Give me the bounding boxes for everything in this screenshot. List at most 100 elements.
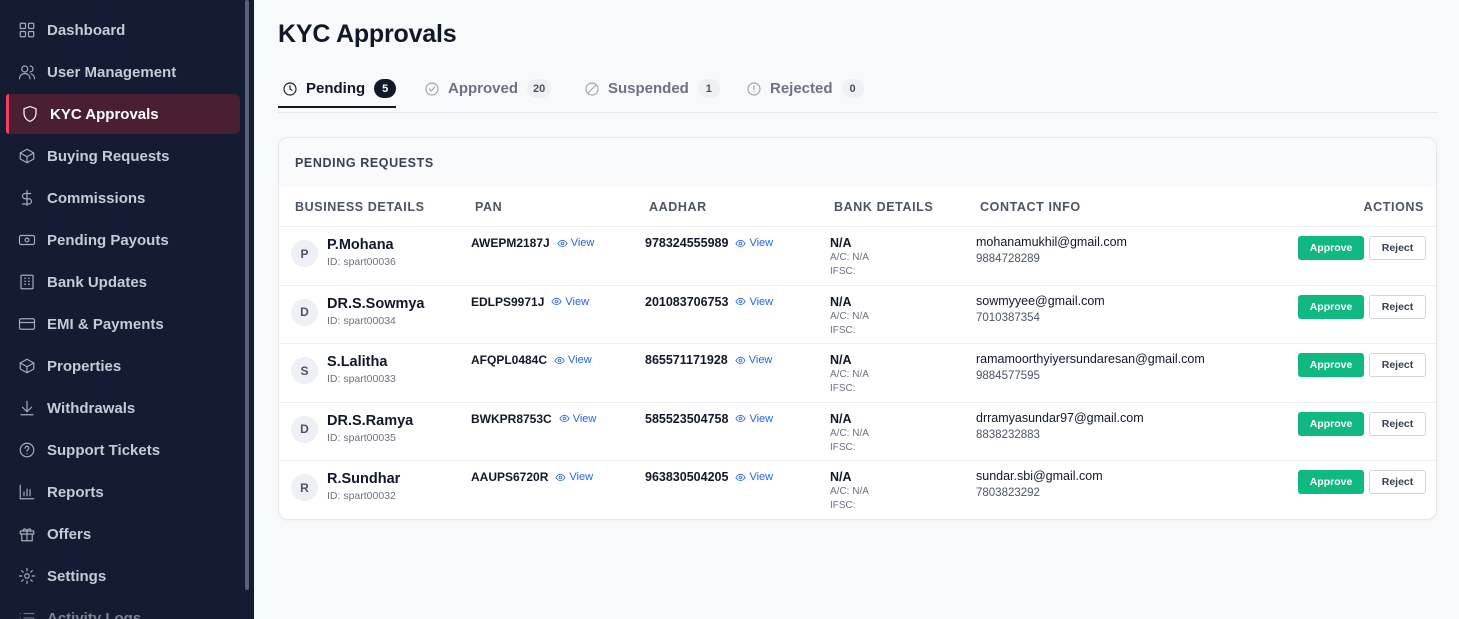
account-number: A/C: N/A	[830, 369, 869, 381]
list-icon	[18, 609, 36, 619]
view-aadhar-link[interactable]: View	[735, 237, 773, 249]
pan-cell: AFQPL0484C View	[471, 353, 592, 367]
sidebar-item-buying-requests[interactable]: Buying Requests	[6, 136, 240, 176]
tab-label: Rejected	[770, 80, 833, 97]
gift-icon	[18, 525, 36, 543]
active-tab-indicator	[278, 106, 396, 108]
tab-pending[interactable]: Pending 5	[282, 68, 397, 109]
pan-number: EDLPS9971J	[471, 294, 545, 309]
email: drramyasundar97@gmail.com	[976, 410, 1144, 425]
credit-card-icon	[18, 315, 36, 333]
sidebar-item-kyc-approvals[interactable]: KYC Approvals	[6, 94, 240, 134]
view-aadhar-link[interactable]: View	[735, 354, 773, 367]
help-circle-icon	[18, 441, 36, 459]
sidebar-item-label: Bank Updates	[47, 273, 148, 291]
approve-button[interactable]: Approve	[1298, 353, 1364, 378]
box-icon	[18, 147, 36, 165]
bank-details: N/A A/C: N/A IFSC:	[830, 470, 869, 512]
tab-approved[interactable]: Approved 20	[424, 68, 552, 109]
reject-button[interactable]: Reject	[1369, 236, 1426, 260]
email: sundar.sbi@gmail.com	[976, 469, 1103, 484]
sidebar-item-label: Activity Logs	[47, 609, 142, 619]
account-number: A/C: N/A	[830, 310, 869, 322]
sidebar-item-pending-payouts[interactable]: Pending Payouts	[6, 220, 240, 260]
approve-button[interactable]: Approve	[1298, 411, 1364, 436]
view-pan-link[interactable]: View	[555, 471, 593, 483]
view-pan-link[interactable]: View	[557, 237, 594, 249]
contact-info: sowmyyee@gmail.com 7010387354	[976, 294, 1105, 324]
contact-info: sundar.sbi@gmail.com 7803823292	[976, 469, 1103, 499]
sidebar-item-reports[interactable]: Reports	[6, 472, 240, 512]
sidebar-item-label: Buying Requests	[47, 147, 170, 165]
bank-details: N/A A/C: N/A IFSC:	[830, 295, 869, 337]
aadhar-cell: 978324555989 View	[645, 236, 773, 250]
grid-icon	[18, 21, 36, 39]
clock-icon	[282, 81, 298, 97]
sidebar-item-user-management[interactable]: User Management	[6, 52, 240, 92]
approve-button[interactable]: Approve	[1298, 236, 1364, 260]
contact-info: ramamoorthyiyersundaresan@gmail.com 9884…	[976, 352, 1205, 382]
sidebar-item-offers[interactable]: Offers	[6, 514, 240, 554]
table-header: BUSINESS DETAILS PAN AADHAR BANK DETAILS…	[279, 187, 1436, 227]
bank-name: N/A	[830, 411, 852, 426]
business-id: ID: spart00036	[327, 256, 396, 268]
aadhar-number: 865571171928	[645, 353, 728, 368]
avatar: D	[291, 415, 318, 443]
view-label: View	[749, 412, 774, 425]
ban-icon	[584, 81, 600, 97]
business-name: DR.S.Sowmya	[327, 295, 425, 312]
sidebar-item-properties[interactable]: Properties	[6, 346, 240, 386]
view-aadhar-link[interactable]: View	[735, 296, 773, 308]
main-content: KYC Approvals Pending 5 Approved 20 Susp…	[254, 0, 1459, 619]
sidebar-item-label: Support Tickets	[47, 441, 161, 459]
view-pan-link[interactable]: View	[551, 296, 589, 308]
eye-icon	[735, 356, 746, 364]
avatar: D	[291, 298, 318, 326]
column-header: BUSINESS DETAILS	[295, 200, 425, 214]
view-aadhar-link[interactable]: View	[735, 413, 773, 425]
sidebar-item-activity-logs[interactable]: Activity Logs	[6, 598, 240, 619]
approve-button[interactable]: Approve	[1298, 470, 1364, 495]
sidebar-scrollbar[interactable]	[245, 0, 249, 590]
sidebar-item-settings[interactable]: Settings	[6, 556, 240, 596]
view-label: View	[748, 354, 773, 367]
tab-count-badge: 20	[527, 79, 552, 98]
dollar-icon	[18, 189, 36, 207]
aadhar-cell: 865571171928 View	[645, 353, 772, 367]
tab-rejected[interactable]: Rejected 0	[746, 68, 864, 109]
ifsc-code: IFSC:	[830, 383, 856, 395]
sidebar-item-label: KYC Approvals	[50, 105, 159, 123]
reject-button[interactable]: Reject	[1369, 411, 1426, 436]
account-number: A/C: N/A	[830, 252, 869, 263]
avatar: S	[291, 357, 318, 385]
sidebar-item-support-tickets[interactable]: Support Tickets	[6, 430, 240, 470]
sidebar-item-dashboard[interactable]: Dashboard	[6, 10, 240, 50]
tab-suspended[interactable]: Suspended 1	[584, 68, 720, 109]
view-pan-link[interactable]: View	[559, 413, 596, 425]
approve-button[interactable]: Approve	[1298, 294, 1364, 319]
column-header: BANK DETAILS	[834, 200, 934, 214]
business-name: S.Lalitha	[327, 354, 388, 371]
aadhar-number: 978324555989	[645, 236, 729, 250]
sidebar-item-emi-payments[interactable]: EMI & Payments	[6, 304, 240, 344]
column-header: ACTIONS	[1363, 200, 1424, 214]
sidebar-item-label: EMI & Payments	[47, 315, 164, 333]
reject-button[interactable]: Reject	[1369, 353, 1426, 378]
column-header: CONTACT INFO	[980, 200, 1081, 214]
tab-count-badge: 0	[841, 79, 864, 98]
sidebar-item-bank-updates[interactable]: Bank Updates	[6, 262, 240, 302]
view-label: View	[749, 237, 774, 249]
eye-icon	[555, 473, 566, 481]
view-pan-link[interactable]: View	[554, 354, 592, 366]
sidebar-item-commissions[interactable]: Commissions	[6, 178, 240, 218]
aadhar-number: 585523504758	[645, 411, 729, 426]
sidebar: Dashboard User Management KYC Approvals …	[0, 0, 254, 619]
sidebar-item-label: Settings	[47, 567, 107, 585]
reject-button[interactable]: Reject	[1369, 470, 1426, 495]
sidebar-item-withdrawals[interactable]: Withdrawals	[6, 388, 240, 428]
view-aadhar-link[interactable]: View	[735, 471, 773, 483]
reject-button[interactable]: Reject	[1369, 294, 1426, 319]
column-header: AADHAR	[649, 200, 707, 214]
bank-icon	[18, 273, 36, 291]
aadhar-cell: 585523504758 View	[645, 412, 773, 426]
